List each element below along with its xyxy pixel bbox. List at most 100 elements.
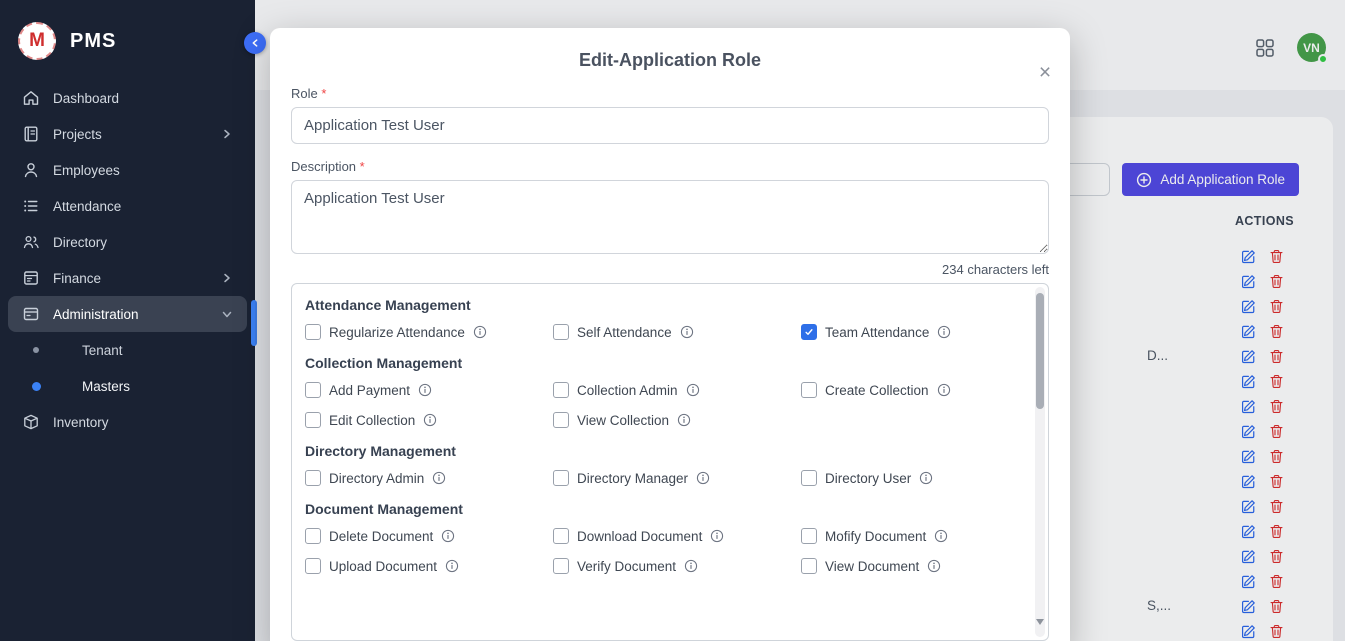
scrollbar-down-arrow[interactable]: [1036, 619, 1044, 625]
sidebar-item-masters[interactable]: Masters: [0, 368, 255, 404]
permission-item[interactable]: View Collection: [553, 408, 801, 432]
info-icon[interactable]: [684, 559, 698, 573]
checkbox[interactable]: [553, 412, 569, 428]
sidebar-item-label: Projects: [53, 127, 208, 142]
checkbox[interactable]: [305, 382, 321, 398]
permission-section: Collection ManagementAdd PaymentCollecti…: [305, 355, 1018, 432]
info-icon[interactable]: [432, 471, 446, 485]
sidebar-item-label: Attendance: [53, 199, 233, 214]
permission-item[interactable]: Mofify Document: [801, 524, 1049, 548]
characters-left-counter: 234 characters left: [291, 262, 1049, 277]
info-icon[interactable]: [927, 559, 941, 573]
checkbox[interactable]: [305, 558, 321, 574]
permission-item[interactable]: Download Document: [553, 524, 801, 548]
required-asterisk: *: [360, 159, 365, 174]
checkbox[interactable]: [553, 528, 569, 544]
checkbox[interactable]: [553, 558, 569, 574]
permission-item[interactable]: Directory User: [801, 466, 1049, 490]
sidebar-item-projects[interactable]: Projects: [8, 116, 247, 152]
info-icon[interactable]: [418, 383, 432, 397]
info-icon[interactable]: [677, 413, 691, 427]
logo-text: PMS: [70, 30, 116, 53]
info-icon[interactable]: [686, 383, 700, 397]
checkbox[interactable]: [801, 528, 817, 544]
chevron-right-icon: [221, 128, 233, 140]
sidebar-subitem-label: Masters: [82, 379, 130, 394]
checkbox-checked[interactable]: [801, 324, 817, 340]
permission-item[interactable]: Team Attendance: [801, 320, 1049, 344]
permission-label: Delete Document: [329, 529, 433, 544]
info-icon[interactable]: [473, 325, 487, 339]
permission-item[interactable]: Collection Admin: [553, 378, 801, 402]
logo: M PMS: [0, 0, 255, 76]
permission-label: Download Document: [577, 529, 702, 544]
info-icon[interactable]: [934, 529, 948, 543]
permission-label: Edit Collection: [329, 413, 415, 428]
permission-item[interactable]: Edit Collection: [305, 408, 553, 432]
description-textarea[interactable]: Application Test User: [291, 180, 1049, 254]
checkbox[interactable]: [553, 324, 569, 340]
sidebar-item-directory[interactable]: Directory: [8, 224, 247, 260]
permission-item[interactable]: Verify Document: [553, 554, 801, 578]
role-label-text: Role: [291, 86, 318, 101]
info-icon[interactable]: [937, 325, 951, 339]
description-label-text: Description: [291, 159, 356, 174]
checkbox[interactable]: [305, 470, 321, 486]
chevron-down-icon: [221, 308, 233, 320]
sidebar-item-finance[interactable]: Finance: [8, 260, 247, 296]
close-icon[interactable]: ×: [1036, 64, 1054, 82]
permission-item[interactable]: Directory Manager: [553, 466, 801, 490]
description-field: Description * Application Test User 234 …: [291, 159, 1049, 277]
sidebar: M PMS Dashboard Projects Employees Atten…: [0, 0, 255, 641]
checkbox[interactable]: [553, 382, 569, 398]
info-icon[interactable]: [696, 471, 710, 485]
scrollbar-thumb[interactable]: [1036, 293, 1044, 409]
info-icon[interactable]: [710, 529, 724, 543]
sidebar-subitem-label: Tenant: [82, 343, 123, 358]
checkbox[interactable]: [801, 382, 817, 398]
permission-label: Add Payment: [329, 383, 410, 398]
permission-label: Upload Document: [329, 559, 437, 574]
person-icon: [22, 161, 40, 179]
permissions-scrollbar[interactable]: [1035, 287, 1045, 637]
permission-label: Team Attendance: [825, 325, 929, 340]
permission-item[interactable]: Add Payment: [305, 378, 553, 402]
info-icon[interactable]: [919, 471, 933, 485]
sidebar-item-administration[interactable]: Administration: [8, 296, 247, 332]
edit-application-role-modal: Edit-Application Role × Role * Descripti…: [270, 28, 1070, 641]
permission-item[interactable]: Delete Document: [305, 524, 553, 548]
administration-icon: [22, 305, 40, 323]
permission-item[interactable]: Self Attendance: [553, 320, 801, 344]
info-icon[interactable]: [680, 325, 694, 339]
checkbox[interactable]: [305, 528, 321, 544]
checkbox[interactable]: [801, 470, 817, 486]
sidebar-item-employees[interactable]: Employees: [8, 152, 247, 188]
role-input[interactable]: [291, 107, 1049, 144]
permission-item[interactable]: Create Collection: [801, 378, 1049, 402]
permission-item[interactable]: Upload Document: [305, 554, 553, 578]
checkbox[interactable]: [553, 470, 569, 486]
active-bullet-dot: [32, 382, 41, 391]
checkbox[interactable]: [305, 324, 321, 340]
permission-item[interactable]: Regularize Attendance: [305, 320, 553, 344]
info-icon[interactable]: [423, 413, 437, 427]
chevron-right-icon: [221, 272, 233, 284]
checkbox[interactable]: [801, 558, 817, 574]
info-icon[interactable]: [445, 559, 459, 573]
sidebar-item-attendance[interactable]: Attendance: [8, 188, 247, 224]
info-icon[interactable]: [441, 529, 455, 543]
permission-item[interactable]: Directory Admin: [305, 466, 553, 490]
sidebar-item-tenant[interactable]: Tenant: [0, 332, 255, 368]
permission-label: Verify Document: [577, 559, 676, 574]
permission-section-title: Attendance Management: [305, 297, 1018, 313]
permissions-list: Attendance Management Regularize Attendan…: [305, 297, 1018, 578]
info-icon[interactable]: [937, 383, 951, 397]
permission-label: View Document: [825, 559, 919, 574]
sidebar-item-dashboard[interactable]: Dashboard: [8, 80, 247, 116]
bullet-dot: [33, 347, 39, 353]
sidebar-item-inventory[interactable]: Inventory: [8, 404, 247, 440]
checkbox[interactable]: [305, 412, 321, 428]
permission-item[interactable]: View Document: [801, 554, 1049, 578]
sidebar-collapse-button[interactable]: [244, 32, 266, 54]
logo-letter: M: [29, 30, 45, 52]
